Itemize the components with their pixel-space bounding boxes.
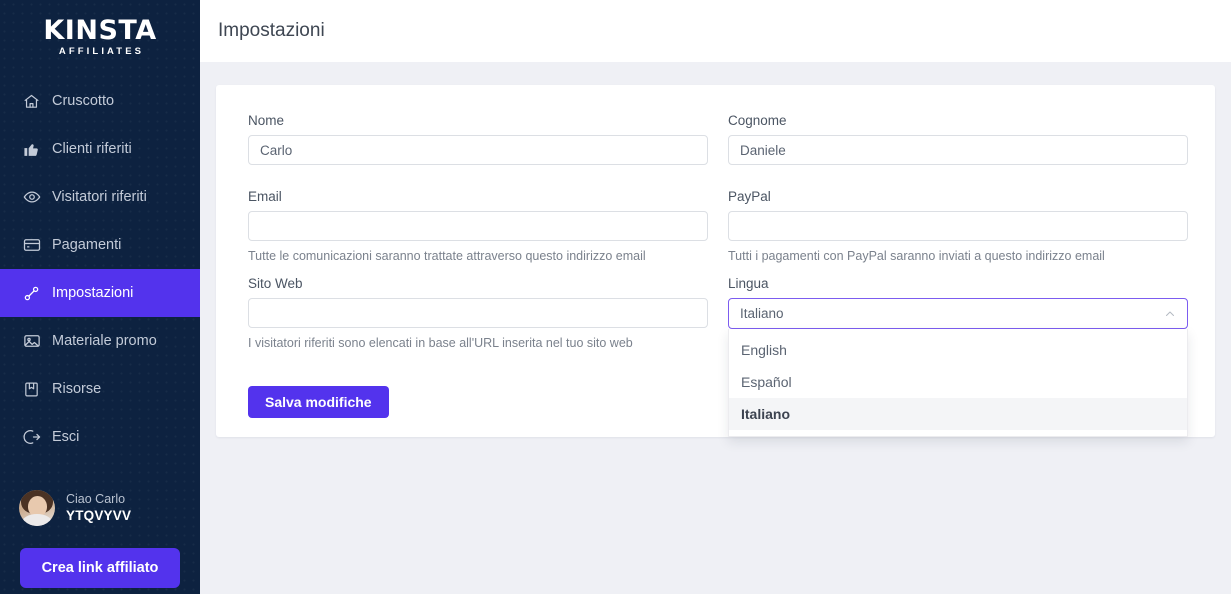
thumbs-up-icon: [22, 140, 41, 159]
field-sito-web: Sito Web I visitatori riferiti sono elen…: [248, 276, 708, 417]
sidebar-item-label: Materiale promo: [52, 333, 157, 349]
wrench-icon: [22, 284, 41, 303]
sidebar-nav: Cruscotto Clienti riferiti Visitatori ri…: [0, 77, 200, 461]
sidebar-item-label: Esci: [52, 429, 79, 445]
credit-card-icon: [22, 236, 41, 255]
settings-card: Nome Cognome Email Tutte le comuni: [216, 85, 1215, 437]
sidebar-item-pagamenti[interactable]: Pagamenti: [0, 221, 200, 269]
field-paypal: PayPal Tutti i pagamenti con PayPal sara…: [728, 189, 1188, 264]
sidebar-item-visitatori-riferiti[interactable]: Visitatori riferiti: [0, 173, 200, 221]
lingua-option-espanol[interactable]: Español: [729, 366, 1187, 398]
sidebar-item-label: Impostazioni: [52, 285, 133, 301]
user-affiliate-code: YTQVYVV: [66, 507, 131, 525]
brand-logo[interactable]: KINSTA AFFILIATES: [0, 0, 200, 74]
field-label-paypal: PayPal: [728, 189, 1188, 204]
paypal-input[interactable]: [728, 211, 1188, 241]
user-profile[interactable]: Ciao Carlo YTQVYVV: [0, 485, 200, 531]
create-affiliate-link-button[interactable]: Crea link affiliato: [20, 548, 180, 588]
sidebar-item-label: Visitatori riferiti: [52, 189, 147, 205]
sidebar-item-clienti-riferiti[interactable]: Clienti riferiti: [0, 125, 200, 173]
field-label-lingua: Lingua: [728, 276, 1188, 291]
logo-wordmark: KINSTA: [43, 17, 156, 44]
logo-subtitle: AFFILIATES: [56, 47, 144, 57]
logout-icon: [22, 428, 41, 447]
lingua-option-italiano[interactable]: Italiano: [729, 398, 1187, 430]
home-icon: [22, 92, 41, 111]
book-icon: [22, 380, 41, 399]
email-input[interactable]: [248, 211, 708, 241]
eye-icon: [22, 188, 41, 207]
sidebar-item-label: Pagamenti: [52, 237, 121, 253]
field-lingua: Lingua Italiano English Español: [728, 276, 1188, 417]
sidebar-item-materiale-promo[interactable]: Materiale promo: [0, 317, 200, 365]
lingua-select-wrapper: Italiano English Español Italiano: [728, 298, 1188, 329]
field-cognome: Cognome: [728, 113, 1188, 165]
save-button[interactable]: Salva modifiche: [248, 386, 389, 418]
chevron-up-icon: [1163, 307, 1176, 320]
content-area: Nome Cognome Email Tutte le comuni: [200, 62, 1231, 594]
paypal-helper-text: Tutti i pagamenti con PayPal saranno inv…: [728, 248, 1188, 264]
spacer: [248, 265, 708, 276]
image-icon: [22, 332, 41, 351]
user-greeting: Ciao Carlo: [66, 491, 131, 508]
sidebar-item-label: Clienti riferiti: [52, 141, 132, 157]
sidebar: KINSTA AFFILIATES Cruscotto Clienti rife…: [0, 0, 200, 594]
settings-form: Nome Cognome Email Tutte le comuni: [248, 113, 1183, 419]
field-label-nome: Nome: [248, 113, 708, 128]
avatar: [19, 490, 55, 526]
main-area: Impostazioni Nome Cognome: [200, 0, 1231, 594]
sidebar-item-risorse[interactable]: Risorse: [0, 365, 200, 413]
spacer: [728, 265, 1188, 276]
email-helper-text: Tutte le comunicazioni saranno trattate …: [248, 248, 708, 264]
lingua-selected-value: Italiano: [740, 306, 1163, 321]
page-title: Impostazioni: [218, 20, 325, 42]
sidebar-item-label: Risorse: [52, 381, 101, 397]
spacer: [728, 166, 1188, 189]
sidebar-item-esci[interactable]: Esci: [0, 413, 200, 461]
field-label-sito-web: Sito Web: [248, 276, 708, 291]
lingua-select[interactable]: Italiano: [728, 298, 1188, 329]
field-label-email: Email: [248, 189, 708, 204]
sito-web-input[interactable]: [248, 298, 708, 328]
sidebar-item-label: Cruscotto: [52, 93, 114, 109]
field-label-cognome: Cognome: [728, 113, 1188, 128]
sidebar-item-impostazioni[interactable]: Impostazioni: [0, 269, 200, 317]
app-root: KINSTA AFFILIATES Cruscotto Clienti rife…: [0, 0, 1231, 594]
sidebar-item-cruscotto[interactable]: Cruscotto: [0, 77, 200, 125]
top-bar: Impostazioni: [200, 0, 1231, 62]
sito-web-helper-text: I visitatori riferiti sono elencati in b…: [248, 335, 708, 351]
nome-input[interactable]: [248, 135, 708, 165]
lingua-option-english[interactable]: English: [729, 334, 1187, 366]
lingua-dropdown-menu: English Español Italiano: [728, 329, 1188, 437]
spacer: [248, 166, 708, 189]
field-email: Email Tutte le comunicazioni saranno tra…: [248, 189, 708, 264]
cognome-input[interactable]: [728, 135, 1188, 165]
field-nome: Nome: [248, 113, 708, 165]
